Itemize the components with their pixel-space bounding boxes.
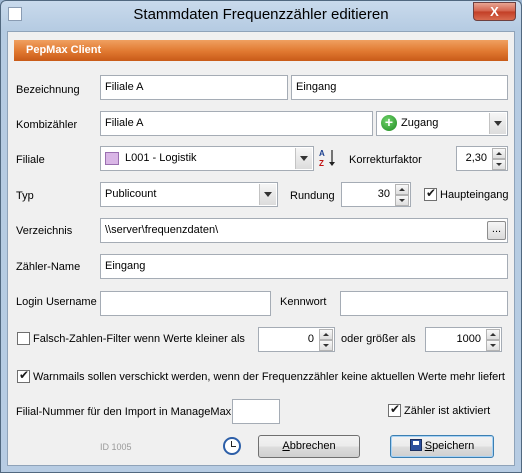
rundung-label: Rundung [290,190,335,202]
falsch-filter-max-stepper[interactable]: 1000 [425,327,502,352]
cancel-label-rest: bbrechen [289,440,336,452]
kombizaehler-type-select[interactable]: + Zugang [376,111,508,136]
stepper-down-icon[interactable] [395,195,409,206]
header-banner: PepMax Client [14,40,508,61]
close-button[interactable]: X [473,2,516,21]
typ-value: Publicount [105,188,157,200]
filiale-select[interactable]: L001 - Logistik [100,146,314,171]
haupteingang-label: Haupteingang [440,189,509,201]
stepper-up-icon[interactable] [492,148,506,159]
kombizaehler-label: Kombizähler [16,119,78,131]
clock-icon[interactable] [223,437,241,455]
dialog-body: PepMax Client Bezeichnung Filiale A Eing… [7,31,515,466]
chevron-down-icon[interactable] [259,184,276,205]
save-label-rest: peichern [432,440,475,452]
verzeichnis-label: Verzeichnis [16,225,73,237]
sort-a-letter: A [319,149,325,158]
chevron-down-icon[interactable] [489,113,506,134]
falsch-filter-or-label: oder größer als [341,333,416,345]
filiale-label: Filiale [16,154,45,166]
rundung-stepper[interactable]: 30 [341,182,411,207]
haupteingang-checkbox[interactable] [424,186,437,201]
bezeichnung-second-input[interactable]: Eingang [291,75,508,100]
zaehler-aktiv-label: Zähler ist aktiviert [404,405,491,417]
stepper-down-icon[interactable] [492,159,506,170]
stepper-up-icon[interactable] [319,329,333,340]
stepper-down-icon[interactable] [486,340,500,351]
falsch-filter-checkbox[interactable] [17,332,30,345]
dialog-window: Stammdaten Frequenzzähler editieren X Pe… [0,0,522,473]
filial-nummer-input[interactable] [232,399,280,424]
floppy-disk-icon [409,439,422,452]
zaehler-name-input[interactable]: Eingang [100,254,508,279]
typ-select[interactable]: Publicount [100,182,278,207]
save-button[interactable]: Speichern [390,435,494,458]
typ-label: Typ [16,190,34,202]
zaehler-name-label: Zähler-Name [16,261,81,273]
title-bar[interactable]: Stammdaten Frequenzzähler editieren X [1,1,521,29]
falsch-filter-label: Falsch-Zahlen-Filter wenn Werte kleiner … [33,333,245,345]
window-title: Stammdaten Frequenzzähler editieren [133,6,389,23]
save-mnemonic: S [424,440,433,452]
chevron-down-icon[interactable] [295,148,312,169]
sort-az-icon[interactable]: A Z [319,148,337,168]
browse-button[interactable]: ... [487,221,506,240]
rundung-value: 30 [377,188,390,200]
falsch-filter-max-value: 1000 [456,333,481,345]
korrekturfaktor-value: 2,30 [465,152,487,164]
cancel-mnemonic: A [282,440,290,452]
record-id: ID 1005 [100,442,132,452]
bezeichnung-input[interactable]: Filiale A [100,75,288,100]
stepper-down-icon[interactable] [319,340,333,351]
kennwort-label: Kennwort [280,296,327,308]
warnmails-label: Warnmails sollen verschickt werden, wenn… [33,371,505,383]
cancel-button[interactable]: Abbrechen [258,435,360,458]
login-username-input[interactable] [100,291,271,316]
stepper-up-icon[interactable] [486,329,500,340]
falsch-filter-min-value: 0 [307,333,314,345]
warnmails-checkbox[interactable] [17,368,30,383]
kennwort-input[interactable] [340,291,508,316]
kombizaehler-input[interactable]: Filiale A [100,111,373,136]
falsch-filter-min-stepper[interactable]: 0 [258,327,335,352]
stepper-up-icon[interactable] [395,184,409,195]
korrekturfaktor-stepper[interactable]: 2,30 [456,146,508,171]
korrekturfaktor-label: Korrekturfaktor [349,154,422,166]
bezeichnung-label: Bezeichnung [16,84,80,96]
filiale-value: L001 - Logistik [125,152,197,164]
verzeichnis-input[interactable]: \\server\frequenzdaten\ [100,218,508,243]
filial-nummer-label: Filial-Nummer für den Import in ManageMa… [16,406,232,418]
login-username-label: Login Username [16,296,97,308]
sort-z-letter: Z [319,159,324,168]
kombizaehler-type-value: Zugang [401,117,439,129]
zaehler-aktiv-checkbox[interactable] [388,402,401,417]
color-swatch-icon [105,152,119,165]
plus-circle-icon: + [381,115,397,131]
